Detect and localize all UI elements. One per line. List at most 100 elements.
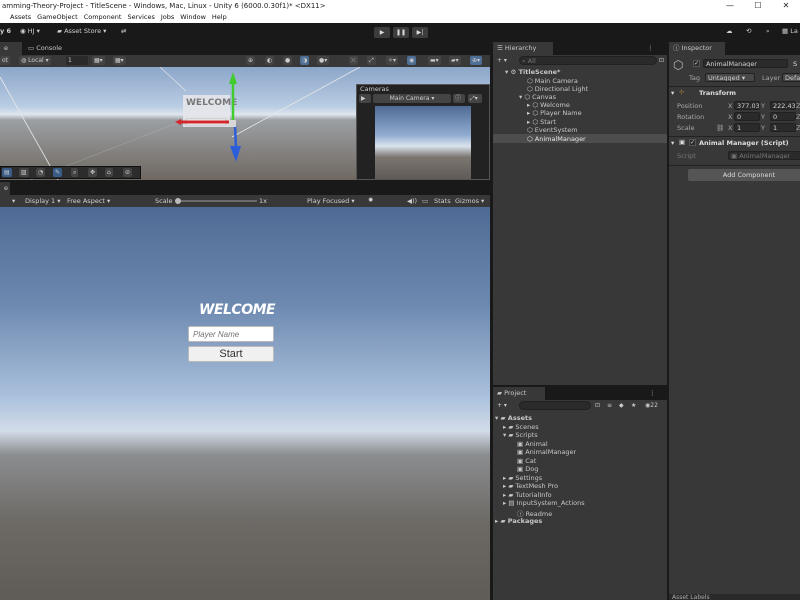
component-enabled-checkbox[interactable]: ✓ — [689, 139, 696, 146]
position-x-field[interactable]: 377.03 — [734, 101, 760, 110]
menu-services[interactable]: Services — [127, 12, 154, 23]
gizmos-dropdown[interactable]: Gizmos ▾ — [455, 197, 484, 205]
snap-value-field[interactable]: 1 — [66, 56, 88, 65]
hierarchy-item-welcome[interactable]: ▸ ⬡ Welcome — [527, 101, 570, 109]
shaded-icon[interactable]: ◐ — [265, 56, 275, 65]
position-x-label[interactable]: X — [728, 102, 732, 110]
tab-scene[interactable]: e — [0, 42, 22, 55]
display-dropdown[interactable]: Display 1 ▾ — [25, 197, 61, 205]
game-viewport[interactable]: WELCOME Start — [0, 207, 490, 600]
player-name-input[interactable] — [188, 326, 274, 342]
cloud-icon[interactable]: ☁ — [726, 27, 733, 35]
hierarchy-item-titlescene[interactable]: ▾ ⚙ TitleScene* — [505, 68, 560, 76]
menu-component[interactable]: Component — [84, 12, 122, 23]
shortcuts-icon[interactable]: ▭ — [422, 197, 428, 205]
tab-inspector[interactable]: ⓘ Inspector — [669, 42, 725, 55]
grid-snap-icon[interactable]: ▦▾ — [92, 56, 105, 65]
audio-toggle-icon[interactable]: ⤢ — [367, 56, 376, 65]
project-menu-icon[interactable]: ⋮ — [645, 387, 660, 400]
gizmos-icon[interactable]: ⊕▾ — [470, 56, 483, 65]
position-y-label[interactable]: Y — [761, 102, 765, 110]
aspect-dropdown[interactable]: Free Aspect ▾ — [67, 197, 110, 205]
asset-store-button[interactable]: ▰ Asset Store ▾ — [57, 27, 106, 35]
collapse-arrow-icon[interactable]: ▾ — [671, 89, 674, 97]
rotation-y-label[interactable]: Y — [761, 113, 765, 121]
effects-icon[interactable]: ✧▾ — [386, 56, 399, 65]
project-item-textmesh-pro[interactable]: ▸ ▰ TextMesh Pro — [503, 482, 558, 490]
view-tool-icon[interactable]: ▤ — [2, 168, 12, 177]
rect-tool-icon[interactable]: ⌕ — [71, 168, 79, 177]
close-button[interactable]: ✕ — [772, 0, 800, 12]
scene-viewport[interactable]: WELCOME ▤ ▨ ◔ ✎ ⌕ ✥ ⌂ ⊘ Cameras ▶ Main C… — [0, 67, 490, 180]
project-item-packages[interactable]: ▸ ▰ Packages — [495, 517, 542, 525]
project-item-scripts[interactable]: ▾ ▰ Scripts — [503, 431, 538, 439]
scale-tool-icon[interactable]: ✎ — [53, 168, 63, 177]
frame-debugger-icon[interactable]: ✹ — [368, 196, 373, 204]
history-icon[interactable]: ⟲ — [746, 27, 751, 35]
space-toggle[interactable]: ◍ Local ▾ — [19, 56, 51, 65]
project-filter-icon[interactable]: ⊡ — [593, 401, 603, 410]
tab-console[interactable]: ▭ Console — [24, 42, 66, 55]
hierarchy-item-directional-light[interactable]: ⬡ Directional Light — [527, 85, 588, 93]
scale-x-label[interactable]: X — [728, 124, 732, 132]
hierarchy-filter-icon[interactable]: ⊡ — [657, 56, 667, 65]
scale-y-field[interactable]: 1 — [770, 123, 796, 132]
grid-toggle-icon[interactable]: ▬▾ — [428, 56, 441, 65]
project-search-input[interactable] — [519, 401, 591, 410]
position-z-label[interactable]: Z — [796, 102, 800, 110]
hierarchy-item-animalmanager[interactable]: ⬡ AnimalManager — [527, 135, 586, 143]
static-checkbox-label[interactable]: S — [793, 60, 797, 68]
project-item-cat[interactable]: ▣ Cat — [517, 457, 536, 465]
project-item-assets[interactable]: ▾ ▰ Assets — [495, 414, 532, 422]
menu-jobs[interactable]: Jobs — [161, 12, 174, 23]
hierarchy-item-canvas[interactable]: ▾ ⬡ Canvas — [519, 93, 556, 101]
scale-slider-handle[interactable] — [175, 198, 181, 204]
layout-dropdown[interactable]: ▦ La — [782, 27, 798, 35]
move-tool-icon[interactable]: ▨ — [19, 168, 29, 177]
rotation-z-label[interactable]: Z — [796, 113, 800, 121]
minimize-button[interactable]: — — [716, 0, 744, 12]
mute-audio-icon[interactable]: ◀)) — [407, 197, 417, 205]
active-checkbox[interactable]: ✓ — [693, 60, 700, 67]
menu-gameobject[interactable]: GameObject — [37, 12, 78, 23]
script-component-title[interactable]: Animal Manager (Script) — [699, 139, 789, 147]
rotation-y-field[interactable]: 0 — [770, 112, 796, 121]
tab-game[interactable]: e — [0, 182, 10, 195]
collapse-arrow-icon[interactable]: ▾ — [671, 139, 674, 147]
increment-snap-icon[interactable]: ▦▾ — [113, 56, 126, 65]
project-item-settings[interactable]: ▸ ▰ Settings — [503, 474, 542, 482]
asset-labels-bar[interactable]: Asset Labels — [669, 594, 800, 600]
start-button[interactable]: Start — [188, 346, 274, 362]
project-favorites-icon[interactable]: ★ — [629, 401, 639, 410]
play-focus-dropdown[interactable]: Play Focused ▾ — [307, 197, 355, 205]
project-type-icon[interactable]: ≡ — [605, 401, 615, 410]
hierarchy-search-input[interactable]: ⌕ All — [519, 56, 657, 65]
transform-title[interactable]: Transform — [699, 89, 736, 97]
project-item-animalmanager[interactable]: ▣ AnimalManager — [517, 448, 576, 456]
project-item-scenes[interactable]: ▸ ▰ Scenes — [503, 423, 539, 431]
camera-select[interactable]: Main Camera ▾ — [373, 94, 451, 103]
camera-settings-icon[interactable]: ▰▾ — [449, 56, 461, 65]
step-button[interactable]: ▶| — [412, 27, 428, 38]
visibility-icon[interactable]: ◉ — [407, 56, 417, 65]
tab-project[interactable]: ▰ Project — [493, 387, 545, 400]
lighting-icon[interactable]: ●▾ — [317, 56, 330, 65]
scale-y-label[interactable]: Y — [761, 124, 765, 132]
custom-tool-icon[interactable]: ⌂ — [105, 168, 113, 177]
position-y-field[interactable]: 222.43 — [770, 101, 796, 110]
play-button[interactable]: ▶ — [374, 27, 390, 38]
hierarchy-item-start[interactable]: ▸ ⬡ Start — [527, 118, 556, 126]
hierarchy-item-main-camera[interactable]: ⬡ Main Camera — [527, 77, 578, 85]
draw-mode-icon[interactable]: ⊕ — [246, 56, 256, 65]
project-item-animal[interactable]: ▣ Animal — [517, 440, 548, 448]
project-label-icon[interactable]: ◆ — [617, 401, 626, 410]
account-button[interactable]: ◉ HJ ▾ — [20, 27, 40, 35]
menu-help[interactable]: Help — [212, 12, 227, 23]
hierarchy-lock-icon[interactable]: ⋮ — [643, 42, 658, 55]
version-control-icon[interactable]: ⇄ — [121, 27, 126, 35]
search-icon[interactable]: ⌕ — [766, 27, 770, 36]
rotate-tool-icon[interactable]: ◔ — [36, 168, 46, 177]
project-hidden-count[interactable]: ◉22 — [643, 401, 660, 410]
camera-info-icon[interactable]: ⓘ — [453, 94, 465, 103]
maximize-button[interactable]: ☐ — [744, 0, 772, 12]
